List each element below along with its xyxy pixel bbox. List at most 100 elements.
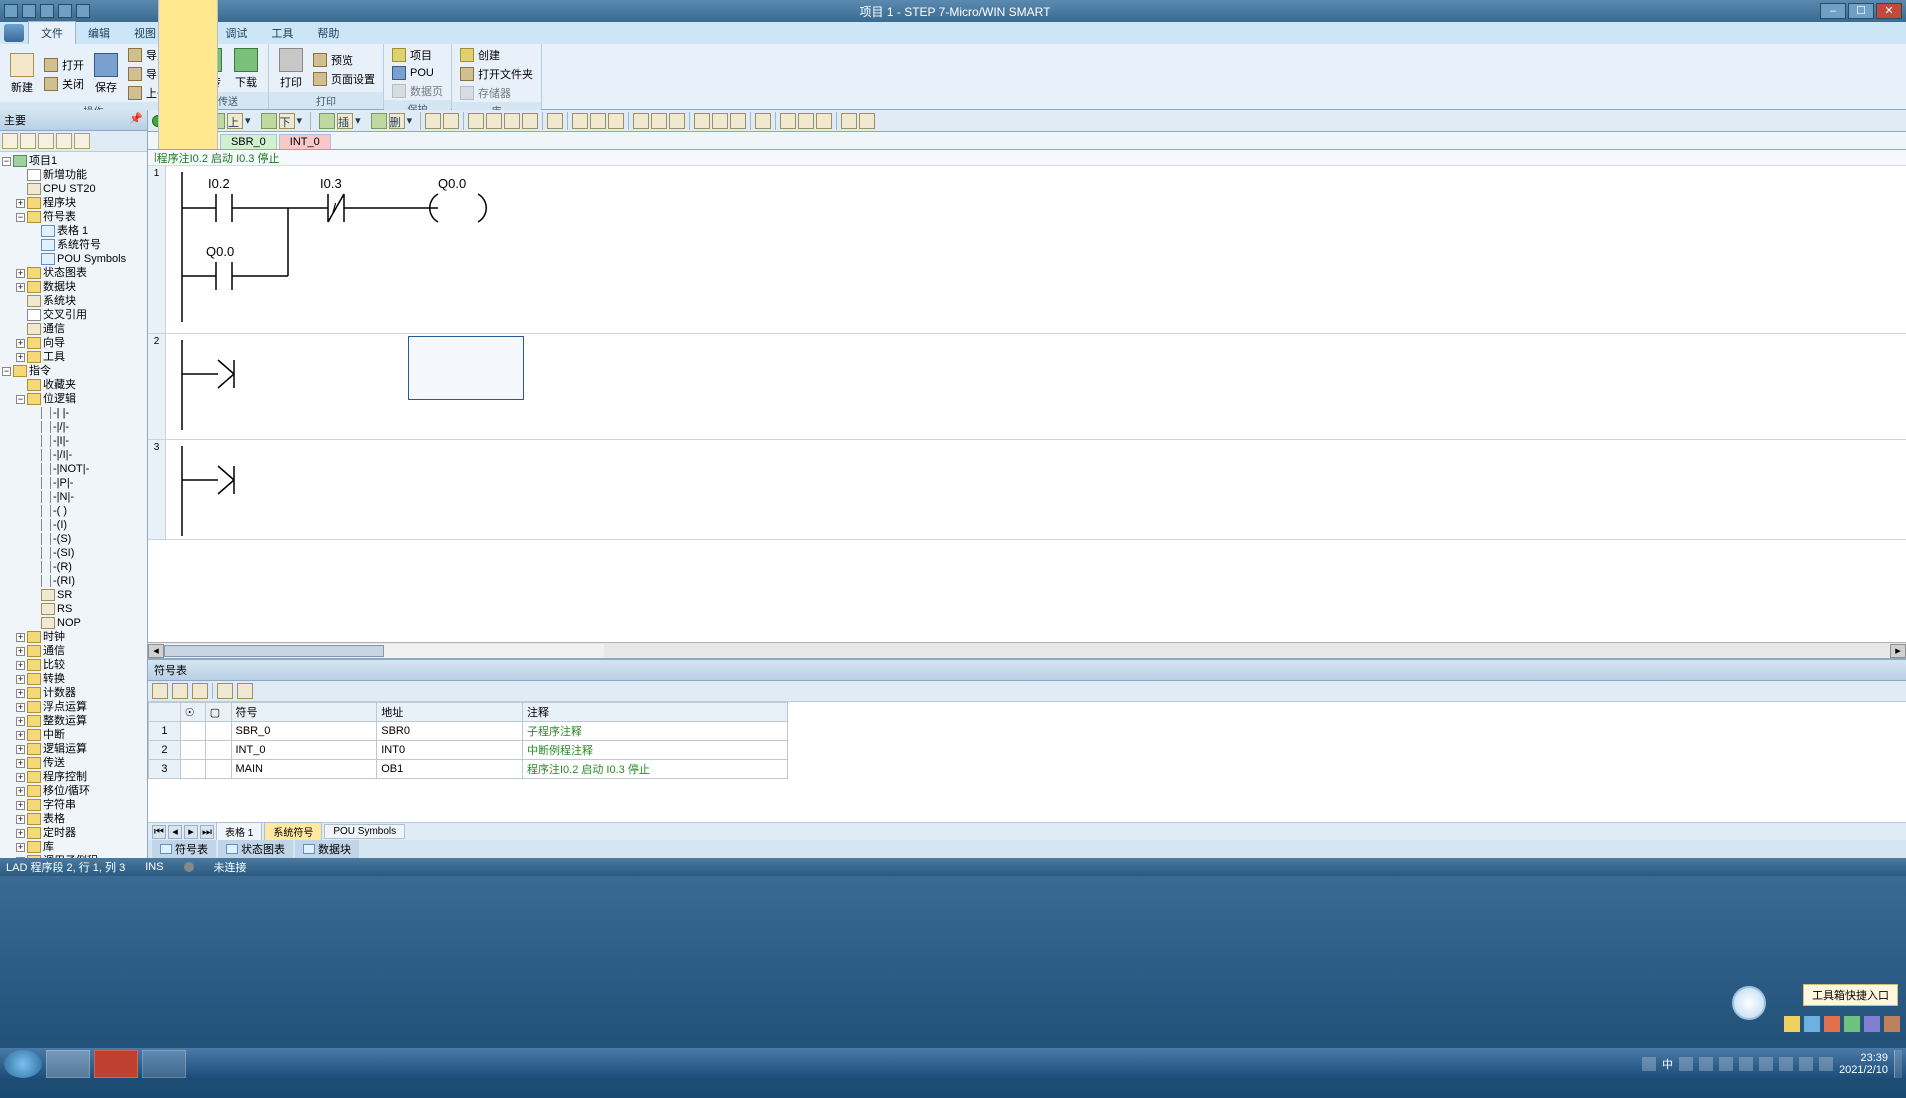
tb-btn[interactable] xyxy=(74,133,90,149)
cloud-icon[interactable] xyxy=(1804,1016,1820,1032)
tree-project[interactable]: −项目1 xyxy=(2,154,145,168)
tb-btn[interactable] xyxy=(56,133,72,149)
tray-icon[interactable] xyxy=(1799,1057,1813,1071)
qat-btn[interactable] xyxy=(76,4,90,18)
tree-timer[interactable]: +定时器 xyxy=(2,826,145,840)
taskbar-app-active[interactable] xyxy=(142,1050,186,1078)
tree-counter[interactable]: +计数器 xyxy=(2,686,145,700)
taskbar-app[interactable] xyxy=(94,1050,138,1078)
tree-comm2[interactable]: +通信 xyxy=(2,644,145,658)
tree-syssym[interactable]: 系统符号 xyxy=(2,238,145,252)
instr-si[interactable]: -(SI) xyxy=(2,546,145,560)
tree-symtable[interactable]: −符号表 xyxy=(2,210,145,224)
minimize-button[interactable]: – xyxy=(1820,3,1846,19)
tree-logic[interactable]: +逻辑运算 xyxy=(2,742,145,756)
tb-icon[interactable] xyxy=(486,113,502,129)
show-desktop-button[interactable] xyxy=(1894,1050,1902,1078)
tb-icon[interactable] xyxy=(633,113,649,129)
memory-button[interactable]: 存储器 xyxy=(458,84,535,102)
create-button[interactable]: 创建 xyxy=(458,46,535,64)
tree-pousym[interactable]: POU Symbols xyxy=(2,252,145,266)
qat-btn[interactable] xyxy=(22,4,36,18)
tb-icon[interactable] xyxy=(730,113,746,129)
view-statuschart[interactable]: 状态图表 xyxy=(218,840,293,858)
col-cmt[interactable]: 注释 xyxy=(522,703,787,722)
instr-r[interactable]: -(R) xyxy=(2,560,145,574)
openfolder-button[interactable]: 打开文件夹 xyxy=(458,65,535,83)
instr-nc[interactable]: -|/|- xyxy=(2,420,145,434)
project-btn[interactable]: 项目 xyxy=(390,46,445,64)
instr-n[interactable]: -|N|- xyxy=(2,490,145,504)
toolbox-hint[interactable]: 工具箱快捷入口 xyxy=(1803,984,1898,1006)
tree-integer[interactable]: +整数运算 xyxy=(2,714,145,728)
qat-btn[interactable] xyxy=(40,4,54,18)
col-addr[interactable]: 地址 xyxy=(377,703,523,722)
instr-im[interactable]: -|I|- xyxy=(2,434,145,448)
instr-sr[interactable]: SR xyxy=(2,588,145,602)
tree-tools[interactable]: +工具 xyxy=(2,350,145,364)
save-button[interactable]: 保存 xyxy=(90,51,122,97)
pin-icon[interactable]: 📌 xyxy=(129,112,143,128)
close-button[interactable]: 关闭 xyxy=(42,75,86,93)
tb-icon[interactable] xyxy=(859,113,875,129)
datablock-btn[interactable]: 数据页 xyxy=(390,82,445,100)
tray-icon[interactable] xyxy=(1719,1057,1733,1071)
nav-first-icon[interactable]: ⏮ xyxy=(152,825,166,839)
tb-icon[interactable] xyxy=(172,683,188,699)
table-row[interactable]: 1SBR_0SBR0子程序注释 xyxy=(149,722,788,741)
tb-icon[interactable] xyxy=(816,113,832,129)
instr-imn[interactable]: -|/I|- xyxy=(2,448,145,462)
tree-callsub[interactable]: +调用子例程 xyxy=(2,854,145,858)
tb-icon[interactable] xyxy=(504,113,520,129)
ladder-canvas[interactable]: 1 I0.2 Q0.0 xyxy=(148,166,1906,642)
tray-icon[interactable] xyxy=(1679,1057,1693,1071)
tree-transfer[interactable]: +传送 xyxy=(2,756,145,770)
tree-crossref[interactable]: 交叉引用 xyxy=(2,308,145,322)
tb-icon[interactable] xyxy=(694,113,710,129)
tree-datablock[interactable]: +数据块 xyxy=(2,280,145,294)
tab-tools[interactable]: 工具 xyxy=(259,22,305,44)
tree-lib[interactable]: +库 xyxy=(2,840,145,854)
tree-progctrl[interactable]: +程序控制 xyxy=(2,770,145,784)
insert-btn[interactable]: 插入 ▾ xyxy=(315,113,365,129)
tree-comm[interactable]: 通信 xyxy=(2,322,145,336)
tb-icon[interactable] xyxy=(608,113,624,129)
box-icon[interactable] xyxy=(1884,1016,1900,1032)
tb-icon[interactable] xyxy=(572,113,588,129)
project-tree[interactable]: −项目1 新增功能 CPU ST20 +程序块 −符号表 表格 1 系统符号 P… xyxy=(0,152,147,858)
tb-icon[interactable] xyxy=(712,113,728,129)
tb-icon[interactable] xyxy=(237,683,253,699)
instr-s[interactable]: -(S) xyxy=(2,532,145,546)
maximize-button[interactable]: ☐ xyxy=(1848,3,1874,19)
tree-wizard[interactable]: +向导 xyxy=(2,336,145,350)
tab-int[interactable]: INT_0 xyxy=(279,134,331,149)
volume-icon[interactable] xyxy=(1819,1057,1833,1071)
horizontal-scrollbar[interactable]: ◂ ▸ xyxy=(148,642,1906,658)
tb-icon[interactable] xyxy=(192,683,208,699)
tree-table1[interactable]: 表格 1 xyxy=(2,224,145,238)
download-button[interactable]: 下载 xyxy=(230,46,262,92)
pagesetup-button[interactable]: 页面设置 xyxy=(311,70,377,88)
tree-progblock[interactable]: +程序块 xyxy=(2,196,145,210)
instr-no[interactable]: -| |- xyxy=(2,406,145,420)
taskbar-app[interactable] xyxy=(46,1050,90,1078)
nav-prev-icon[interactable]: ◂ xyxy=(168,825,182,839)
qat-btn[interactable] xyxy=(4,4,18,18)
view-symtable[interactable]: 符号表 xyxy=(152,840,216,858)
preview-button[interactable]: 预览 xyxy=(311,51,377,69)
tree-newfunc[interactable]: 新增功能 xyxy=(2,168,145,182)
instr-p[interactable]: -|P|- xyxy=(2,476,145,490)
close-button[interactable]: ✕ xyxy=(1876,3,1902,19)
tb-icon[interactable] xyxy=(669,113,685,129)
instr-ri[interactable]: -(RI) xyxy=(2,574,145,588)
tb-icon[interactable] xyxy=(651,113,667,129)
instr-rs[interactable]: RS xyxy=(2,602,145,616)
download-btn[interactable]: 下载 ▾ xyxy=(257,113,307,129)
tree-interrupt[interactable]: +中断 xyxy=(2,728,145,742)
tree-bitlogic[interactable]: −位逻辑 xyxy=(2,392,145,406)
symbol-table[interactable]: ☉ ▢ 符号 地址 注释 1SBR_0SBR0子程序注释 2INT_0INT0中… xyxy=(148,702,1906,822)
tb-icon[interactable] xyxy=(590,113,606,129)
tb-icon[interactable] xyxy=(798,113,814,129)
tree-convert[interactable]: +转换 xyxy=(2,672,145,686)
delete-btn[interactable]: 删除 ▾ xyxy=(367,113,417,129)
